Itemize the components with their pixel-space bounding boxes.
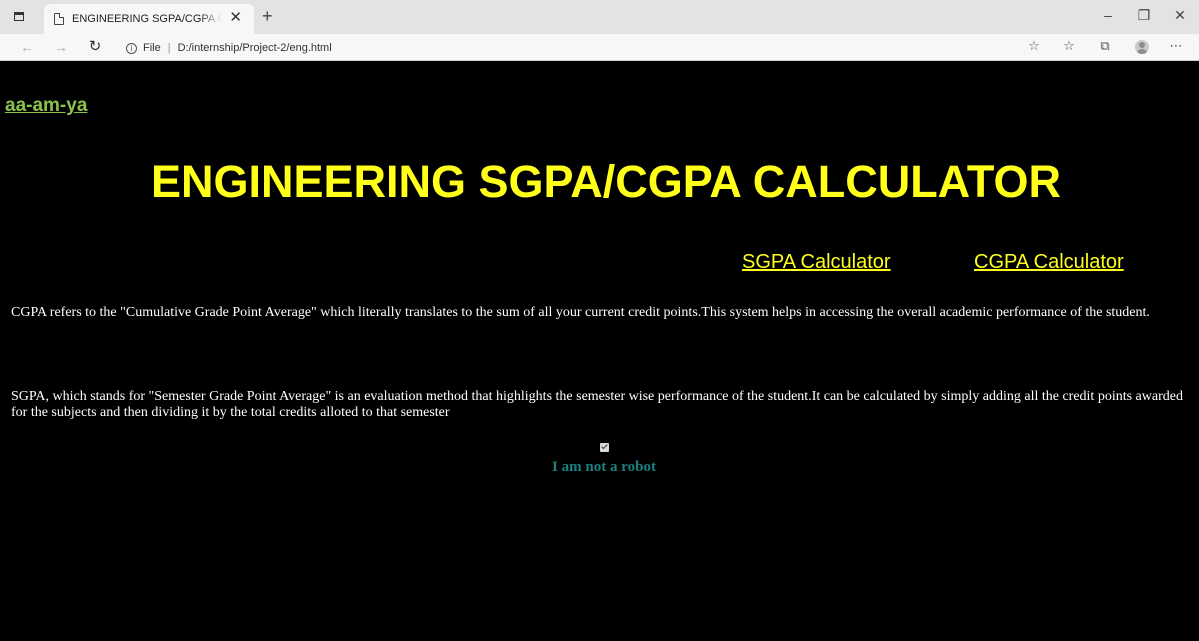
new-tab-plus-icon[interactable]: + bbox=[262, 6, 273, 26]
refresh-icon[interactable]: ↻ bbox=[86, 38, 104, 56]
sgpa-description: SGPA, which stands for "Semester Grade P… bbox=[11, 389, 1183, 420]
page-icon bbox=[54, 13, 64, 25]
address-toolbar: ← → ↻ i File | D:/internship/Project-2/e… bbox=[0, 34, 1199, 61]
tab-actions-icon[interactable] bbox=[10, 7, 28, 25]
address-url: D:/internship/Project-2/eng.html bbox=[177, 42, 332, 54]
robot-checkbox[interactable] bbox=[599, 443, 609, 452]
minimize-icon[interactable]: – bbox=[1098, 6, 1118, 24]
more-icon[interactable]: ⋯ bbox=[1167, 39, 1185, 55]
robot-check-section: I am not a robot bbox=[0, 439, 1199, 476]
browser-tab[interactable]: ENGINEERING SGPA/CGPA CALC ✕ bbox=[44, 4, 254, 34]
address-prefix: File bbox=[143, 42, 161, 54]
collections-icon[interactable]: ⧉ bbox=[1096, 39, 1114, 55]
window-close-icon[interactable]: ✕ bbox=[1170, 6, 1190, 24]
forward-arrow-icon[interactable]: → bbox=[52, 38, 70, 56]
robot-label: I am not a robot bbox=[552, 459, 656, 475]
browser-window: ENGINEERING SGPA/CGPA CALC ✕ + – ❐ ✕ ← →… bbox=[0, 0, 1199, 641]
address-bar[interactable]: i File | D:/internship/Project-2/eng.htm… bbox=[126, 39, 332, 57]
back-arrow-icon[interactable]: ← bbox=[18, 38, 36, 56]
page-content: aa-am-ya ENGINEERING SGPA/CGPA CALCULATO… bbox=[0, 61, 1199, 641]
info-icon[interactable]: i bbox=[126, 42, 137, 54]
sgpa-calculator-link[interactable]: SGPA Calculator bbox=[742, 251, 891, 274]
cgpa-calculator-link[interactable]: CGPA Calculator bbox=[974, 251, 1124, 274]
tab-title: ENGINEERING SGPA/CGPA CALC bbox=[72, 13, 222, 25]
brand-link[interactable]: aa-am-ya bbox=[5, 95, 87, 117]
cgpa-description: CGPA refers to the "Cumulative Grade Poi… bbox=[11, 305, 1150, 320]
tab-strip: ENGINEERING SGPA/CGPA CALC ✕ + – ❐ ✕ bbox=[0, 0, 1199, 34]
profile-avatar[interactable] bbox=[1135, 40, 1149, 54]
favorites-icon[interactable]: ☆ bbox=[1060, 39, 1078, 55]
tab-close-icon[interactable]: ✕ bbox=[229, 10, 242, 26]
address-separator: | bbox=[167, 42, 171, 54]
page-title: ENGINEERING SGPA/CGPA CALCULATOR bbox=[150, 156, 1062, 207]
restore-icon[interactable]: ❐ bbox=[1134, 6, 1154, 24]
read-aloud-icon[interactable]: ☆ bbox=[1025, 39, 1043, 55]
